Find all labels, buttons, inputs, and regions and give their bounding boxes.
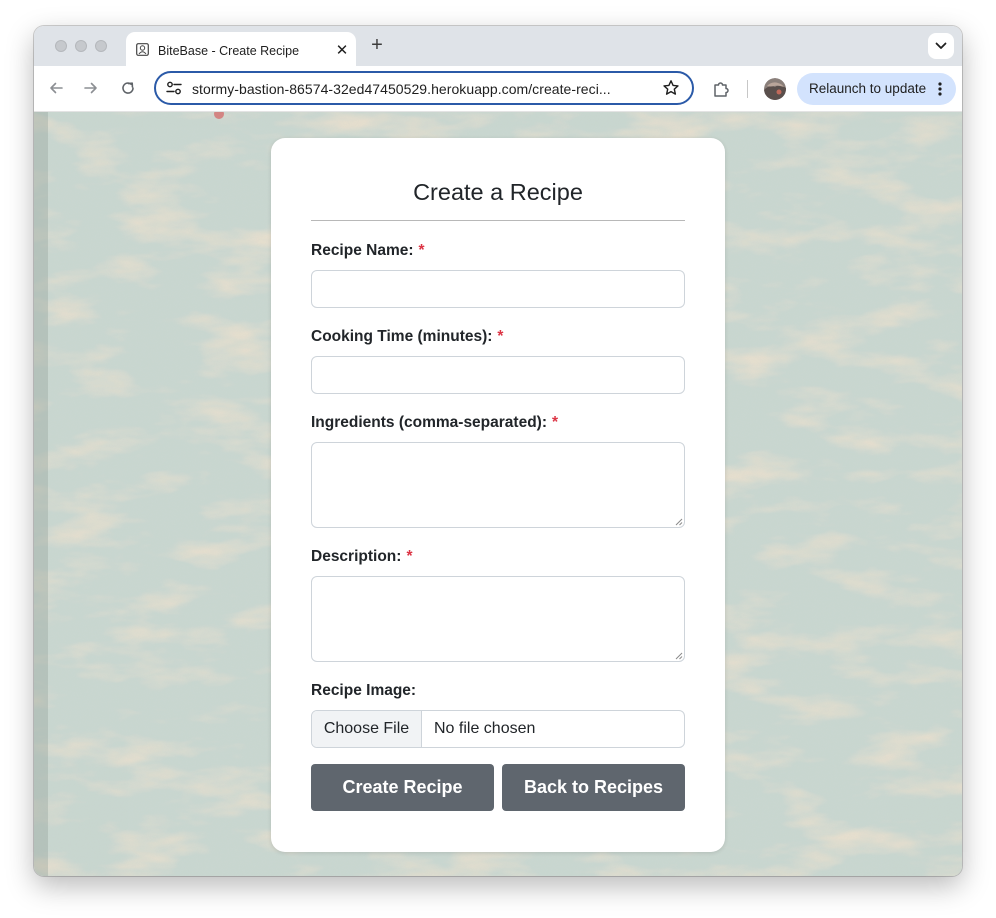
browser-toolbar: stormy-bastion-86574-32ed47450529.heroku… <box>34 66 962 112</box>
resize-grip-icon[interactable] <box>675 518 683 526</box>
ingredients-label: Ingredients (comma-separated): * <box>311 414 558 432</box>
chevron-down-icon <box>935 42 947 49</box>
browser-window: BiteBase - Create Recipe ✕ + stormy-bast… <box>34 26 962 876</box>
active-tab[interactable]: BiteBase - Create Recipe ✕ <box>126 32 356 66</box>
title-divider <box>311 220 685 221</box>
ingredients-label-text: Ingredients (comma-separated): <box>311 414 547 431</box>
file-status-text: No file chosen <box>434 720 536 737</box>
address-bar[interactable]: stormy-bastion-86574-32ed47450529.heroku… <box>154 71 694 105</box>
extensions-puzzle-icon[interactable] <box>711 79 731 99</box>
description-textarea[interactable] <box>311 576 685 662</box>
recipe-name-label: Recipe Name: * <box>311 242 425 260</box>
toolbar-divider <box>747 80 748 98</box>
required-marker: * <box>497 328 504 345</box>
required-marker: * <box>552 414 559 431</box>
forward-arrow-icon <box>84 82 97 94</box>
close-window-dot[interactable] <box>55 40 67 52</box>
title-bar: BiteBase - Create Recipe ✕ + <box>34 26 962 66</box>
zoom-window-dot[interactable] <box>95 40 107 52</box>
relaunch-button[interactable]: Relaunch to update <box>797 73 956 105</box>
description-label-text: Description: <box>311 548 402 565</box>
recipe-name-label-text: Recipe Name: <box>311 242 414 259</box>
recipe-image-label: Recipe Image: <box>311 682 417 699</box>
bookmark-star-icon[interactable] <box>662 79 680 97</box>
tab-title: BiteBase - Create Recipe <box>158 44 300 58</box>
tab-close-icon[interactable]: ✕ <box>334 41 350 59</box>
favicon-icon <box>136 43 149 56</box>
cooking-time-label-text: Cooking Time (minutes): <box>311 328 493 345</box>
recipe-image-file-input[interactable]: Choose File No file chosen <box>311 710 685 748</box>
forward-button[interactable] <box>82 79 100 97</box>
reload-button[interactable] <box>119 79 137 97</box>
cooking-time-input[interactable] <box>311 356 685 394</box>
recipe-name-input[interactable] <box>311 270 685 308</box>
profile-avatar[interactable] <box>764 78 786 100</box>
relaunch-label: Relaunch to update <box>809 81 927 96</box>
back-button[interactable] <box>47 79 65 97</box>
back-to-recipes-button[interactable]: Back to Recipes <box>502 764 685 811</box>
avatar-image <box>764 78 786 100</box>
tab-search-button[interactable] <box>928 33 954 59</box>
reload-icon <box>122 82 134 94</box>
required-marker: * <box>418 242 425 259</box>
site-settings-icon[interactable] <box>166 81 182 95</box>
minimize-window-dot[interactable] <box>75 40 87 52</box>
required-marker: * <box>406 548 413 565</box>
create-recipe-card: Create a Recipe Recipe Name: * Cooking Ti… <box>271 138 725 852</box>
ingredients-textarea[interactable] <box>311 442 685 528</box>
description-label: Description: * <box>311 548 412 566</box>
cooking-time-label: Cooking Time (minutes): * <box>311 328 503 346</box>
more-menu-icon[interactable] <box>936 81 944 97</box>
back-arrow-icon <box>50 82 63 94</box>
resize-grip-icon[interactable] <box>675 652 683 660</box>
page-viewport: Create a Recipe Recipe Name: * Cooking Ti… <box>34 112 962 876</box>
page-title: Create a Recipe <box>413 179 583 205</box>
create-recipe-button[interactable]: Create Recipe <box>311 764 494 811</box>
choose-file-button[interactable]: Choose File <box>312 711 422 747</box>
new-tab-icon[interactable]: + <box>368 35 386 55</box>
url-text[interactable]: stormy-bastion-86574-32ed47450529.heroku… <box>192 81 611 97</box>
